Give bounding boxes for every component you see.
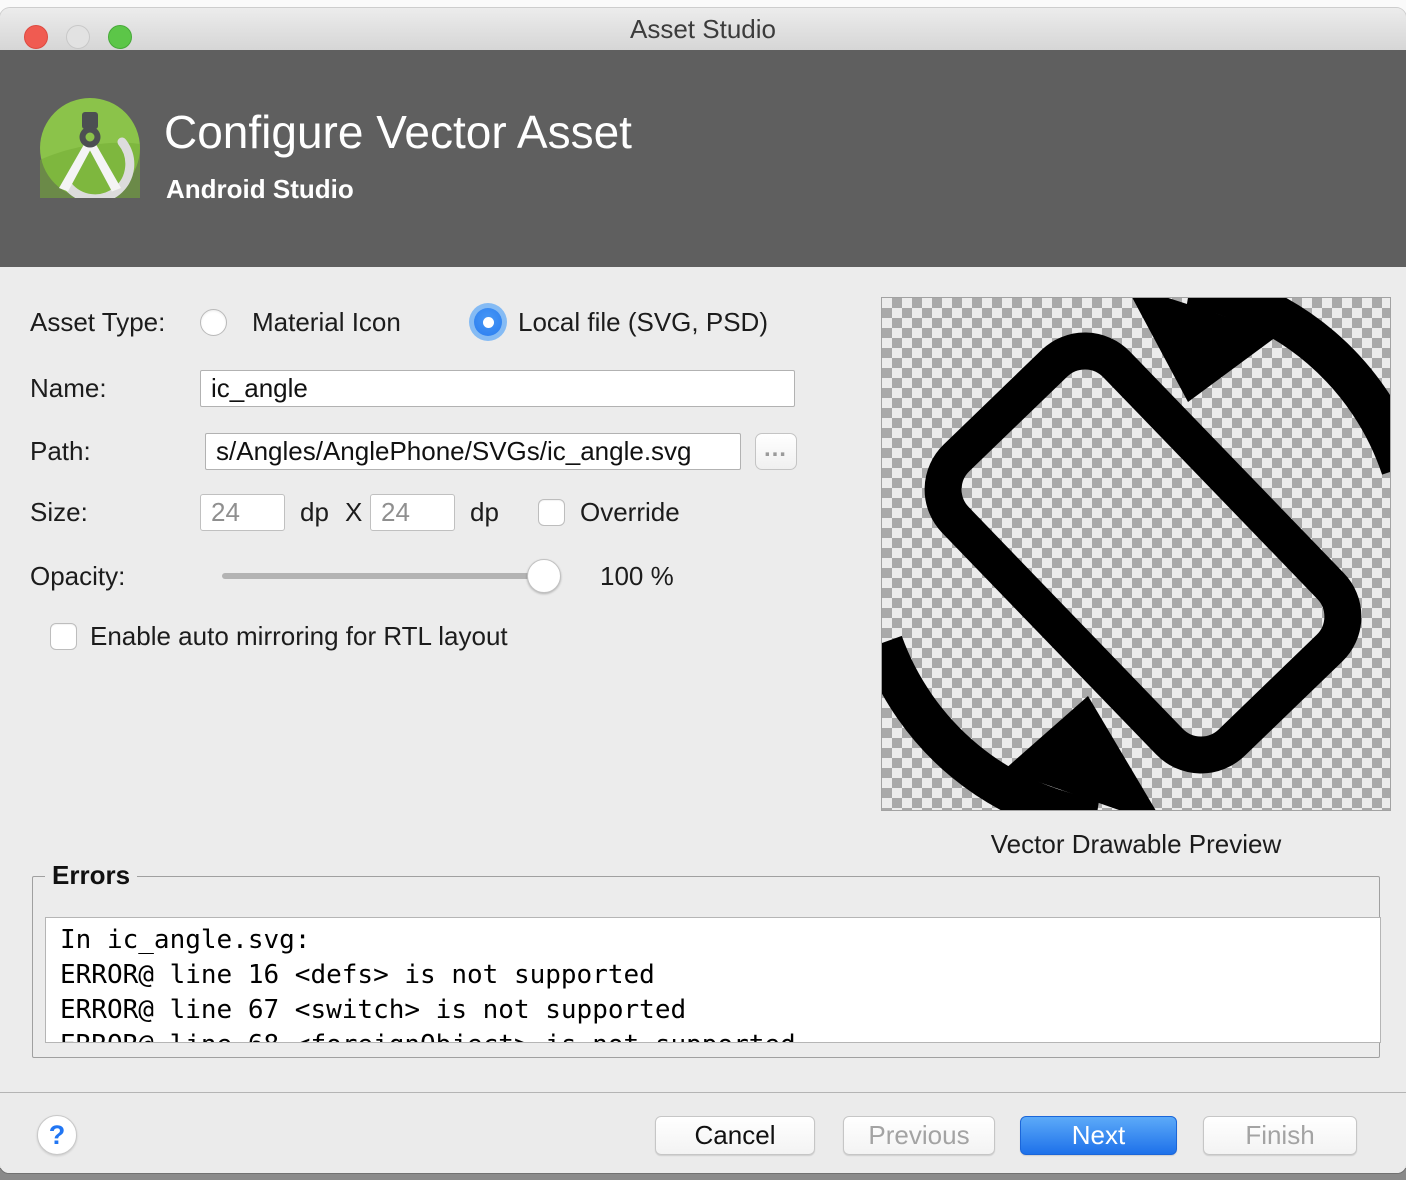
titlebar[interactable]: Asset Studio <box>0 8 1406 50</box>
finish-button[interactable]: Finish <box>1203 1116 1357 1155</box>
vector-drawable-preview <box>881 297 1391 811</box>
errors-viewport[interactable]: In ic_angle.svg: ERROR@ line 16 <defs> i… <box>45 917 1381 1043</box>
cancel-button[interactable]: Cancel <box>655 1116 815 1155</box>
size-separator-label: X <box>345 497 362 527</box>
rtl-checkbox[interactable] <box>50 623 77 650</box>
path-label: Path: <box>30 436 91 466</box>
size-label: Size: <box>30 497 88 527</box>
size-height-input[interactable] <box>370 494 455 531</box>
rtl-label[interactable]: Enable auto mirroring for RTL layout <box>90 621 508 651</box>
screen-rotation-icon <box>882 298 1391 811</box>
error-line: ERROR@ line 68 <foreignObject> is not su… <box>60 1028 1380 1043</box>
override-checkbox[interactable] <box>538 499 565 526</box>
size-unit2-label: dp <box>470 497 499 527</box>
size-unit-label: dp <box>300 497 329 527</box>
asset-type-label: Asset Type: <box>30 307 165 337</box>
opacity-value: 100 % <box>600 561 674 591</box>
opacity-slider-track[interactable] <box>222 573 560 579</box>
window-title: Asset Studio <box>0 8 1406 50</box>
radio-local-file-label[interactable]: Local file (SVG, PSD) <box>518 307 768 337</box>
name-label: Name: <box>30 373 107 403</box>
opacity-label: Opacity: <box>30 561 125 591</box>
dialog-subtitle: Android Studio <box>166 174 354 205</box>
previous-button[interactable]: Previous <box>843 1116 995 1155</box>
footer-bar: ? Cancel Previous Next Finish <box>0 1093 1406 1173</box>
dialog-title: Configure Vector Asset <box>164 105 632 159</box>
help-button[interactable]: ? <box>37 1115 77 1155</box>
size-width-input[interactable] <box>200 494 285 531</box>
opacity-slider-thumb[interactable] <box>527 559 561 593</box>
name-input[interactable] <box>200 370 795 407</box>
errors-legend: Errors <box>45 860 137 891</box>
error-line: In ic_angle.svg: <box>60 923 1380 958</box>
radio-local-file-dot <box>483 317 494 328</box>
asset-studio-dialog: Asset Studio Configure Vector Asset Andr… <box>0 8 1406 1173</box>
override-label[interactable]: Override <box>580 497 680 527</box>
path-input[interactable] <box>205 433 741 470</box>
radio-material-icon-label[interactable]: Material Icon <box>252 307 401 337</box>
next-button[interactable]: Next <box>1020 1116 1177 1155</box>
errors-fieldset: Errors In ic_angle.svg: ERROR@ line 16 <… <box>32 876 1380 1058</box>
radio-local-file[interactable] <box>469 303 507 341</box>
preview-caption: Vector Drawable Preview <box>881 829 1391 860</box>
android-studio-logo-icon <box>40 98 140 198</box>
error-line: ERROR@ line 67 <switch> is not supported <box>60 993 1380 1028</box>
browse-button[interactable]: … <box>755 433 797 470</box>
header-banner: Configure Vector Asset Android Studio <box>0 50 1406 267</box>
radio-material-icon[interactable] <box>200 309 227 336</box>
error-line: ERROR@ line 16 <defs> is not supported <box>60 958 1380 993</box>
